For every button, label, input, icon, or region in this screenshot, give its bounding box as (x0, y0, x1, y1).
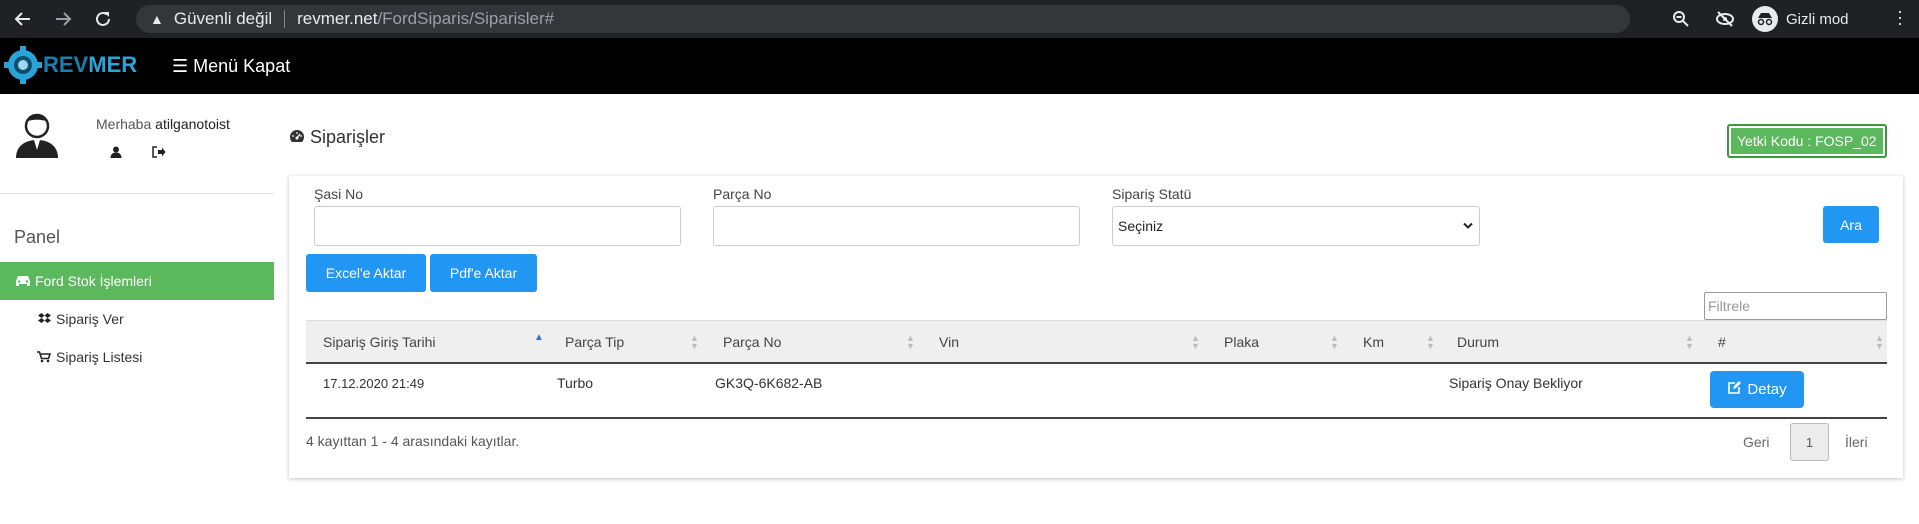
cell-date: 17.12.2020 21:49 (323, 375, 425, 391)
address-bar[interactable]: ▲ Güvenli değil revmer.net/FordSiparis/S… (136, 5, 1630, 33)
search-button[interactable]: Ara (1823, 206, 1879, 243)
detail-button-label: Detay (1747, 381, 1787, 398)
sort-icon[interactable]: ▲ ▼ (1426, 334, 1435, 351)
cell-part-no: GK3Q-6K682-AB (715, 375, 823, 391)
sidebar-item-label: Sipariş Ver (56, 311, 124, 327)
logo-text-mer: MER (88, 52, 138, 77)
statu-select[interactable]: Seçiniz (1112, 206, 1480, 246)
table-header: Sipariş Giriş Tarihi ▲ Parça Tip ▲ ▼ Parç… (306, 320, 1887, 364)
sidebar-item-siparis-listesi[interactable]: Sipariş Listesi (0, 338, 274, 376)
table-filter-input[interactable]: Filtrele (1704, 292, 1887, 320)
user-actions (110, 146, 166, 161)
dropbox-icon (36, 311, 52, 327)
sort-icon[interactable]: ▲ ▼ (1330, 334, 1339, 351)
column-header[interactable]: Vin (939, 321, 959, 363)
menu-toggle-button[interactable]: ☰ Menü Kapat (172, 38, 290, 94)
column-header[interactable]: # (1718, 321, 1726, 363)
warning-icon: ▲ (150, 11, 164, 27)
logo-text-rev: REV (43, 52, 89, 77)
sasi-input[interactable] (314, 206, 681, 246)
table-row: 17.12.2020 21:49 Turbo GK3Q-6K682-AB Sip… (306, 364, 1887, 419)
sidebar-item-label: Ford Stok İşlemleri (35, 273, 152, 289)
dashboard-icon (289, 127, 305, 148)
sort-icon[interactable]: ▲ ▼ (1875, 334, 1884, 351)
cart-icon (36, 349, 52, 365)
cell-part-type: Turbo (557, 375, 594, 391)
browser-toolbar: ▲ Güvenli değil revmer.net/FordSiparis/S… (0, 0, 1919, 38)
greeting: Merhaba atilganotoist (96, 116, 230, 132)
cell-status: Sipariş Onay Bekliyor (1449, 375, 1583, 391)
app-navbar: REVMER ☰ Menü Kapat (0, 38, 1919, 94)
column-header[interactable]: Km (1363, 321, 1384, 363)
reload-icon[interactable] (86, 2, 120, 36)
back-icon[interactable] (6, 2, 40, 36)
divider (284, 10, 286, 28)
parca-label: Parça No (713, 186, 772, 202)
gear-logo-icon (4, 46, 42, 84)
column-header[interactable]: Parça No (723, 321, 781, 363)
greeting-text: Merhaba (96, 116, 152, 132)
incognito-label: Gizli mod (1786, 10, 1849, 28)
excel-export-button[interactable]: Excel'e Aktar (306, 254, 426, 292)
pagination-current[interactable]: 1 (1790, 423, 1829, 461)
column-header[interactable]: Sipariş Giriş Tarihi (323, 321, 436, 363)
menu-toggle-label: ☰ Menü Kapat (172, 55, 291, 76)
username: atilganotoist (155, 116, 230, 132)
statu-label: Sipariş Statü (1112, 186, 1192, 202)
url-path: /FordSiparis/Siparisler# (377, 9, 555, 28)
statu-selected: Seçiniz (1118, 218, 1164, 234)
eye-off-icon[interactable] (1715, 9, 1735, 29)
sort-icon[interactable]: ▲ ▼ (1685, 334, 1694, 351)
chevron-down-icon (1463, 219, 1473, 233)
page-title-text: Siparişler (310, 127, 386, 147)
url-host: revmer.net (297, 9, 378, 28)
zoom-icon[interactable] (1671, 9, 1691, 29)
revmer-logo[interactable]: REVMER (4, 42, 137, 88)
sidebar-item-ford-stok[interactable]: Ford Stok İşlemleri (0, 262, 274, 300)
panel-title: Panel (14, 227, 61, 247)
sort-asc-icon[interactable]: ▲ (534, 333, 544, 343)
table-info: 4 kayıttan 1 - 4 arasındaki kayıtlar. (306, 433, 520, 449)
sasi-label: Şasi No (314, 186, 364, 202)
user-box: Merhaba atilganotoist (0, 94, 274, 194)
column-header[interactable]: Plaka (1224, 321, 1259, 363)
pagination-prev[interactable]: Geri (1743, 423, 1769, 461)
forward-icon[interactable] (46, 2, 80, 36)
sort-icon[interactable]: ▲ ▼ (690, 334, 699, 351)
parca-input[interactable] (713, 206, 1080, 246)
page-title: Siparişler (289, 127, 385, 148)
security-label: Güvenli değil (173, 9, 273, 28)
edit-icon (1727, 380, 1742, 399)
sidebar-item-label: Sipariş Listesi (56, 349, 143, 365)
sort-icon[interactable]: ▲ ▼ (906, 334, 915, 351)
more-menu-icon[interactable]: · · · (1895, 2, 1905, 32)
pdf-export-button[interactable]: Pdf'e Aktar (430, 254, 537, 292)
sidebar: Merhaba atilganotoist Panel Ford Stok İş… (0, 94, 274, 524)
detail-button[interactable]: Detay (1710, 371, 1804, 408)
sidebar-item-siparis-ver[interactable]: Sipariş Ver (0, 300, 274, 338)
avatar (16, 113, 58, 158)
column-header[interactable]: Durum (1457, 321, 1499, 363)
incognito-icon (1752, 6, 1778, 32)
user-icon[interactable] (110, 146, 122, 161)
car-icon (15, 273, 31, 289)
auth-code-badge: Yetki Kodu : FOSP_02 (1727, 124, 1887, 158)
column-header[interactable]: Parça Tip (565, 321, 624, 363)
pagination-next[interactable]: İleri (1845, 423, 1868, 461)
sort-icon[interactable]: ▲ ▼ (1191, 334, 1200, 351)
logout-icon[interactable] (152, 146, 166, 161)
incognito-indicator[interactable]: Gizli mod (1752, 6, 1849, 32)
